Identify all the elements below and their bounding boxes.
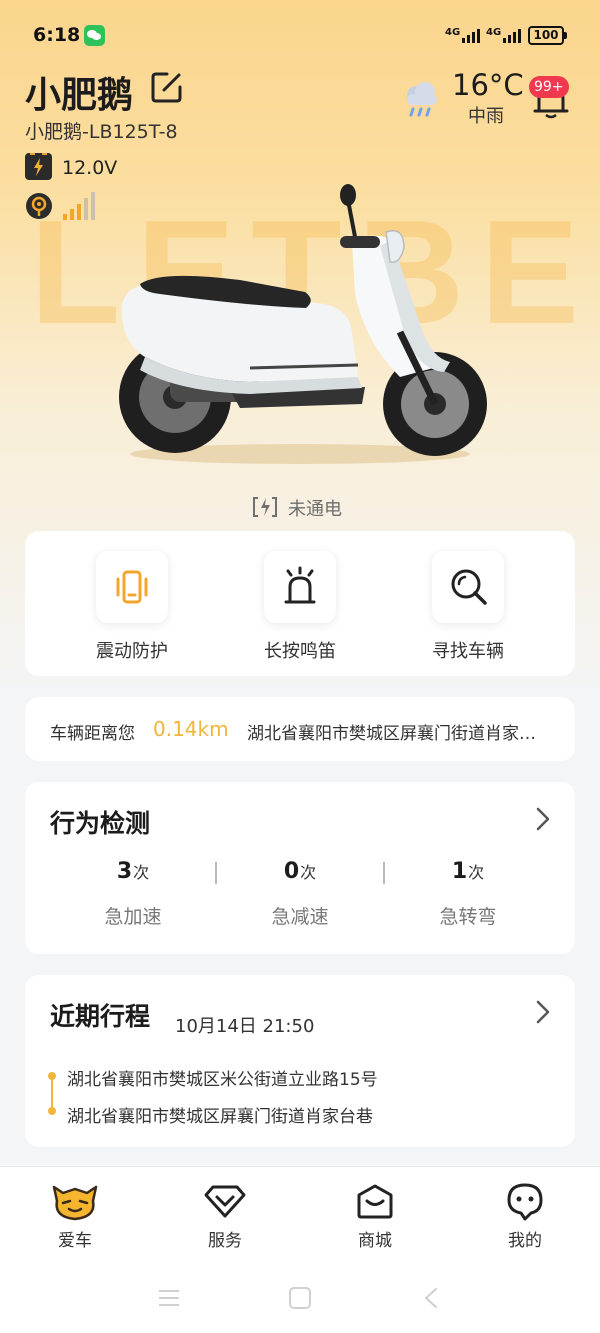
behavior-title: 行为检测 [50,809,151,838]
find-vehicle-label: 寻找车辆 [432,641,504,662]
phone-vibrate-icon [116,570,148,604]
stat-sharp-turn: 1次 急转弯 [376,859,560,929]
shop-icon [357,1184,393,1219]
temperature: 16°C [452,68,524,102]
signal-strength-1-icon [462,27,480,43]
stat-unit: 次 [133,863,150,882]
power-status-text: 未通电 [288,499,342,520]
tab-service[interactable]: 服务 [150,1181,300,1251]
network-type-2: 4G [486,27,502,38]
bottom-tab-bar: 爱车 服务 商城 我的 [0,1166,600,1333]
tab-profile[interactable]: 我的 [450,1181,600,1251]
trip-start-address: 湖北省襄阳市樊城区米公街道立业路15号 [67,1070,378,1090]
honk-button[interactable]: 长按鸣笛 [228,551,372,663]
power-status-icon [253,497,277,517]
find-vehicle-button[interactable]: 寻找车辆 [396,551,540,663]
weather-condition: 中雨 [468,106,504,127]
voltage-value: 12.0V [62,157,118,179]
stat-value: 3 [116,859,133,884]
back-icon[interactable] [420,1287,444,1309]
stat-label: 急转弯 [439,906,497,928]
stat-rapid-deceleration: 0次 急减速 [208,859,392,929]
trip-end-dot [48,1107,56,1115]
cloud-rain-icon [407,82,437,117]
signal-strength-2-icon [503,27,521,43]
battery-indicator: 100 [528,26,567,45]
distance-card[interactable]: 车辆距离您 0.14km 湖北省襄阳市樊城区屏襄门街道肖家台巷 [25,697,575,761]
horn-icon [284,566,316,604]
recent-trip-card[interactable]: 近期行程 10月14日 21:50 湖北省襄阳市樊城区米公街道立业路15号 湖北… [25,975,575,1147]
status-bar: 6:18 4G 4G 100 [0,0,600,70]
status-time: 6:18 [33,24,81,46]
recent-apps-icon[interactable] [157,1287,181,1309]
chevron-right-icon[interactable] [535,999,551,1025]
search-icon [451,569,487,605]
distance-label: 车辆距离您 [50,724,135,744]
network-type-1: 4G [445,27,461,38]
stat-unit: 次 [300,863,317,882]
notification-badge: 99+ [529,76,569,98]
tab-my-car[interactable]: 爱车 [0,1181,150,1251]
tab-label: 我的 [508,1231,542,1251]
stat-label: 急加速 [104,906,162,928]
distance-value: 0.14km [153,717,229,741]
quick-actions-card: 震动防护 长按鸣笛 寻找车辆 [25,531,575,676]
honk-label: 长按鸣笛 [264,641,336,662]
tab-label: 服务 [208,1231,242,1251]
vehicle-name: 小肥鹅 [25,75,134,116]
stat-label: 急减速 [271,906,329,928]
trip-end-address: 湖北省襄阳市樊城区屏襄门街道肖家台巷 [67,1107,373,1127]
vibration-protection-button[interactable]: 震动防护 [60,551,204,663]
trip-time: 10月14日 21:50 [175,1016,315,1037]
tab-label: 爱车 [58,1231,92,1251]
tab-shop[interactable]: 商城 [300,1181,450,1251]
mascot-icon [52,1185,98,1221]
vibration-protection-label: 震动防护 [96,641,168,662]
edit-icon[interactable] [150,70,184,104]
trip-start-dot [48,1072,56,1080]
wechat-icon [84,25,105,46]
battery-voltage-icon [25,151,52,180]
diamond-icon [204,1185,246,1218]
vehicle-model: 小肥鹅-LB125T-8 [25,121,178,143]
home-icon[interactable] [288,1287,312,1309]
stat-value: 0 [283,859,300,884]
profile-icon [507,1183,543,1221]
vehicle-location-address: 湖北省襄阳市樊城区屏襄门街道肖家台巷 [247,724,545,744]
stat-unit: 次 [468,863,485,882]
chevron-right-icon[interactable] [535,806,551,832]
scooter-image [119,184,487,464]
tab-label: 商城 [358,1231,392,1251]
stat-rapid-acceleration: 3次 急加速 [41,859,225,929]
behavior-detection-card[interactable]: 行为检测 3次 急加速 0次 急减速 1次 急转弯 [25,782,575,954]
stat-value: 1 [451,859,468,884]
trip-title: 近期行程 [50,1002,151,1031]
